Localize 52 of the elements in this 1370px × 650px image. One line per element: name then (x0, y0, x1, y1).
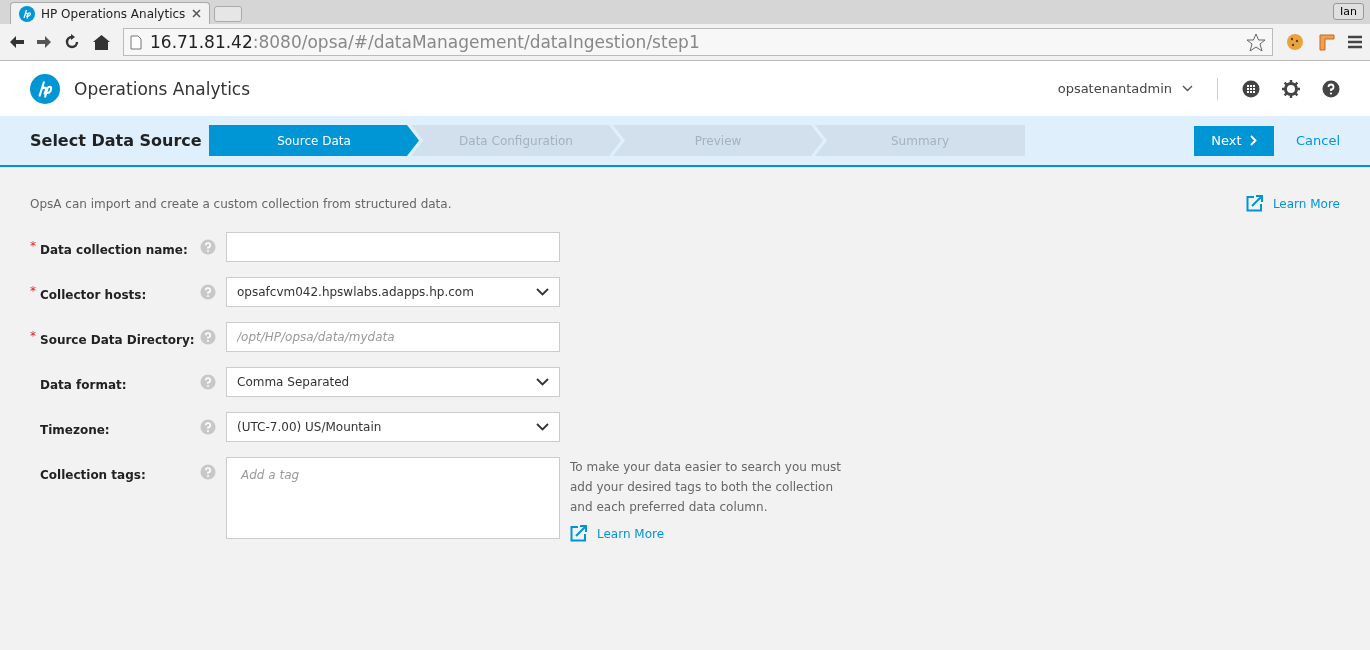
logo-icon (19, 5, 35, 22)
star-icon[interactable] (1246, 32, 1266, 52)
field-label: Timezone: (40, 423, 110, 437)
chevron-down-icon (536, 378, 549, 386)
user-menu[interactable]: opsatenantadmin (1057, 81, 1193, 96)
close-icon[interactable] (192, 9, 201, 18)
page-icon (130, 34, 142, 50)
field-label: Data format: (40, 378, 127, 392)
menu-icon[interactable] (1348, 35, 1362, 49)
learn-more-link[interactable]: Learn More (570, 525, 845, 542)
required-marker: * (30, 284, 36, 298)
chevron-right-icon (1249, 135, 1257, 146)
field-label: Data collection name: (40, 243, 188, 257)
wizard-title: Select Data Source (30, 131, 203, 150)
browser-tab[interactable]: HP Operations Analytics (10, 2, 210, 24)
required-marker: * (30, 239, 36, 253)
field-label: Collector hosts: (40, 288, 147, 302)
external-link-icon (570, 525, 587, 542)
field-label: Collection tags: (40, 468, 146, 482)
ruler-icon[interactable] (1317, 33, 1335, 51)
logo-icon (30, 73, 60, 104)
tag-input-field[interactable]: Add a tag (226, 457, 560, 539)
address-bar[interactable]: 16.71.81.42:8080/opsa/#/dataManagement/dataIngestion/step1 (123, 28, 1273, 56)
hint-text: To make your data easier to search you must add your desired tags to both the collection and each preferred data column. (570, 459, 842, 516)
cookie-icon[interactable] (1286, 33, 1304, 51)
cancel-link[interactable]: Cancel (1295, 133, 1340, 148)
settings-icon[interactable] (1282, 79, 1300, 98)
wizard-step[interactable]: Source Data (209, 125, 419, 156)
help-icon[interactable] (1322, 79, 1340, 98)
text-field[interactable] (226, 232, 560, 262)
intro-text: OpsA can import and create a custom collection from structured data. (30, 196, 452, 211)
url-path: :8080/opsa/#/dataManagement/dataIngestion/step1 (252, 32, 700, 52)
chevron-down-icon (536, 423, 549, 431)
next-button[interactable]: Next (1193, 125, 1274, 156)
tab-title: HP Operations Analytics (41, 6, 186, 21)
required-marker: * (30, 329, 36, 343)
dropdown[interactable]: opsafcvm042.hpswlabs.adapps.hp.com (226, 277, 560, 307)
reload-icon[interactable] (64, 34, 80, 50)
learn-more-link[interactable]: Learn More (1245, 195, 1340, 212)
app-name: Operations Analytics (74, 78, 251, 99)
back-icon[interactable] (10, 36, 24, 48)
chevron-down-icon (536, 288, 549, 296)
chevron-down-icon (1182, 85, 1193, 92)
url-host: 16.71.81.42 (150, 32, 253, 52)
dropdown[interactable]: (UTC-7.00) US/Mountain (226, 412, 560, 442)
external-link-icon (1245, 195, 1263, 212)
home-icon[interactable] (93, 34, 110, 50)
grid-icon[interactable] (1242, 79, 1260, 98)
forward-icon[interactable] (37, 36, 51, 48)
field-label: Source Data Directory: (40, 333, 195, 347)
profile-button[interactable]: Ian (1333, 2, 1364, 20)
dropdown[interactable]: Comma Separated (226, 367, 560, 397)
